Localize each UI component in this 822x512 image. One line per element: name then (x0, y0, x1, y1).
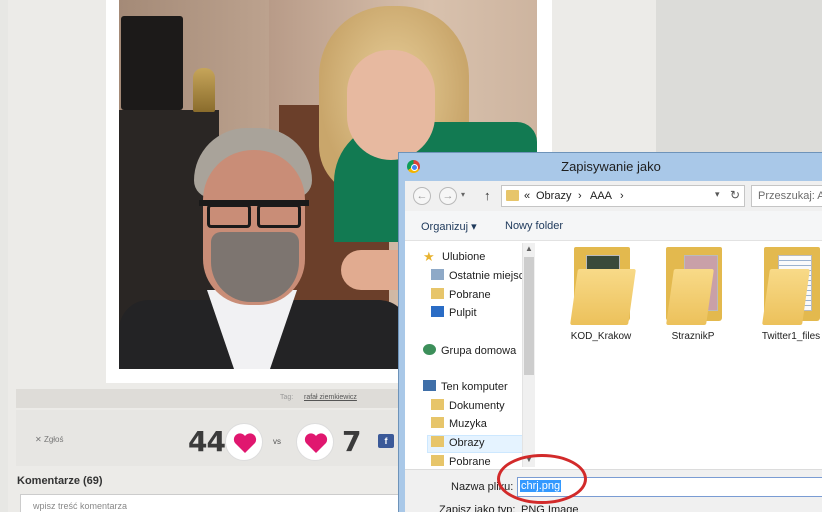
breadcrumb-obrazy[interactable]: Obrazy (536, 190, 571, 202)
arrow-left-icon: ← (416, 190, 428, 202)
vote-up-button[interactable] (225, 423, 263, 461)
comment-input[interactable]: wpisz treść komentarza (20, 494, 410, 512)
pictures-icon (431, 436, 444, 447)
vs-label: vs (273, 437, 281, 446)
search-input[interactable]: Przeszukaj: AAA (751, 185, 822, 207)
organize-button[interactable]: Organizuj ▾ (421, 220, 477, 233)
back-button[interactable]: ← (413, 187, 431, 205)
music-icon (431, 417, 444, 428)
filename-area: Nazwa pliku: chrj.png Zapisz jako typ: P… (405, 469, 822, 512)
heart-plus-icon (304, 433, 328, 453)
file-pane: KOD_Krakow StraznikP Twitter1_files (542, 241, 822, 469)
documents-icon (431, 399, 444, 410)
homegroup-icon (423, 344, 436, 355)
folder-item[interactable]: Twitter1_files (752, 247, 822, 347)
nav-item-pictures[interactable]: Obrazy (427, 435, 523, 453)
nav-item-recent[interactable]: Ostatnie miejsca (431, 269, 530, 287)
folder-item[interactable]: StraznikP (654, 247, 732, 347)
up-arrow-icon[interactable]: ↑ (484, 188, 491, 203)
desktop-icon (431, 306, 444, 317)
folder-label: StraznikP (671, 331, 715, 342)
breadcrumb-separator: › (578, 190, 582, 202)
nav-item-homegroup[interactable]: Grupa domowa (423, 344, 516, 362)
nav-item-music[interactable]: Muzyka (431, 417, 487, 435)
arrow-right-icon: → (442, 190, 454, 202)
chevron-down-icon[interactable]: ▾ (715, 189, 720, 200)
tag-link[interactable]: rafał ziemkiewicz (304, 394, 357, 401)
breadcrumb-aaa[interactable]: AAA (590, 190, 612, 202)
computer-icon (423, 380, 436, 391)
report-label: Zgłoś (43, 435, 64, 444)
star-icon: ★ (423, 249, 435, 264)
x-icon: ✕ (35, 435, 44, 444)
save-as-dialog: Zapisywanie jako ← → ▾ ↑ « Obrazy › AAA … (398, 152, 822, 512)
folder-label: Twitter1_files (761, 331, 821, 342)
address-prefix: « (524, 190, 531, 202)
left-margin (0, 0, 8, 512)
recent-dropdown-icon[interactable]: ▾ (461, 190, 465, 199)
highlight-circle (497, 454, 587, 504)
tag-label: Tag: (280, 394, 294, 401)
nav-item-documents[interactable]: Dokumenty (431, 399, 505, 417)
dialog-toolbar: Organizuj ▾ Nowy folder (405, 211, 822, 241)
scroll-up-icon[interactable]: ▲ (525, 244, 533, 253)
nav-item-downloads[interactable]: Pobrane (431, 288, 491, 306)
recent-places-icon (431, 269, 444, 280)
filetype-label: Zapisz jako typ: (439, 504, 516, 512)
refresh-icon[interactable]: ↻ (730, 188, 740, 202)
filetype-select[interactable]: PNG Image (521, 504, 578, 512)
facebook-share-button[interactable]: f (378, 434, 394, 448)
folder-item[interactable]: KOD_Krakow (562, 247, 640, 347)
nav-item-this-pc[interactable]: Ten komputer (423, 380, 508, 398)
address-bar[interactable]: « Obrazy › AAA › ▾ ↻ (501, 185, 745, 207)
scroll-thumb[interactable] (524, 257, 534, 375)
downloads-icon (431, 288, 444, 299)
navigation-bar: ← → ▾ ↑ « Obrazy › AAA › ▾ ↻ Przeszukaj:… (405, 181, 822, 211)
facebook-icon: f (384, 436, 388, 446)
nav-scrollbar[interactable]: ▲ ▼ (522, 243, 535, 467)
report-button[interactable]: ✕ Zgłoś (35, 435, 64, 444)
downloads-icon (431, 455, 444, 466)
heart-icon (233, 433, 257, 453)
dialog-title: Zapisywanie jako (561, 159, 661, 174)
breadcrumb-separator: › (620, 190, 624, 202)
nav-item-favorites[interactable]: ★ Ulubione (423, 249, 485, 269)
folder-icon (506, 190, 519, 201)
votes-up-count: 44 (188, 425, 226, 458)
new-folder-button[interactable]: Nowy folder (505, 220, 563, 232)
comments-title: Komentarze (69) (17, 475, 103, 487)
folder-label: KOD_Krakow (570, 331, 632, 342)
vote-down-button[interactable] (296, 423, 334, 461)
votes-down-count: 7 (342, 425, 362, 458)
forward-button[interactable]: → (439, 187, 457, 205)
nav-item-desktop[interactable]: Pulpit (431, 306, 477, 324)
